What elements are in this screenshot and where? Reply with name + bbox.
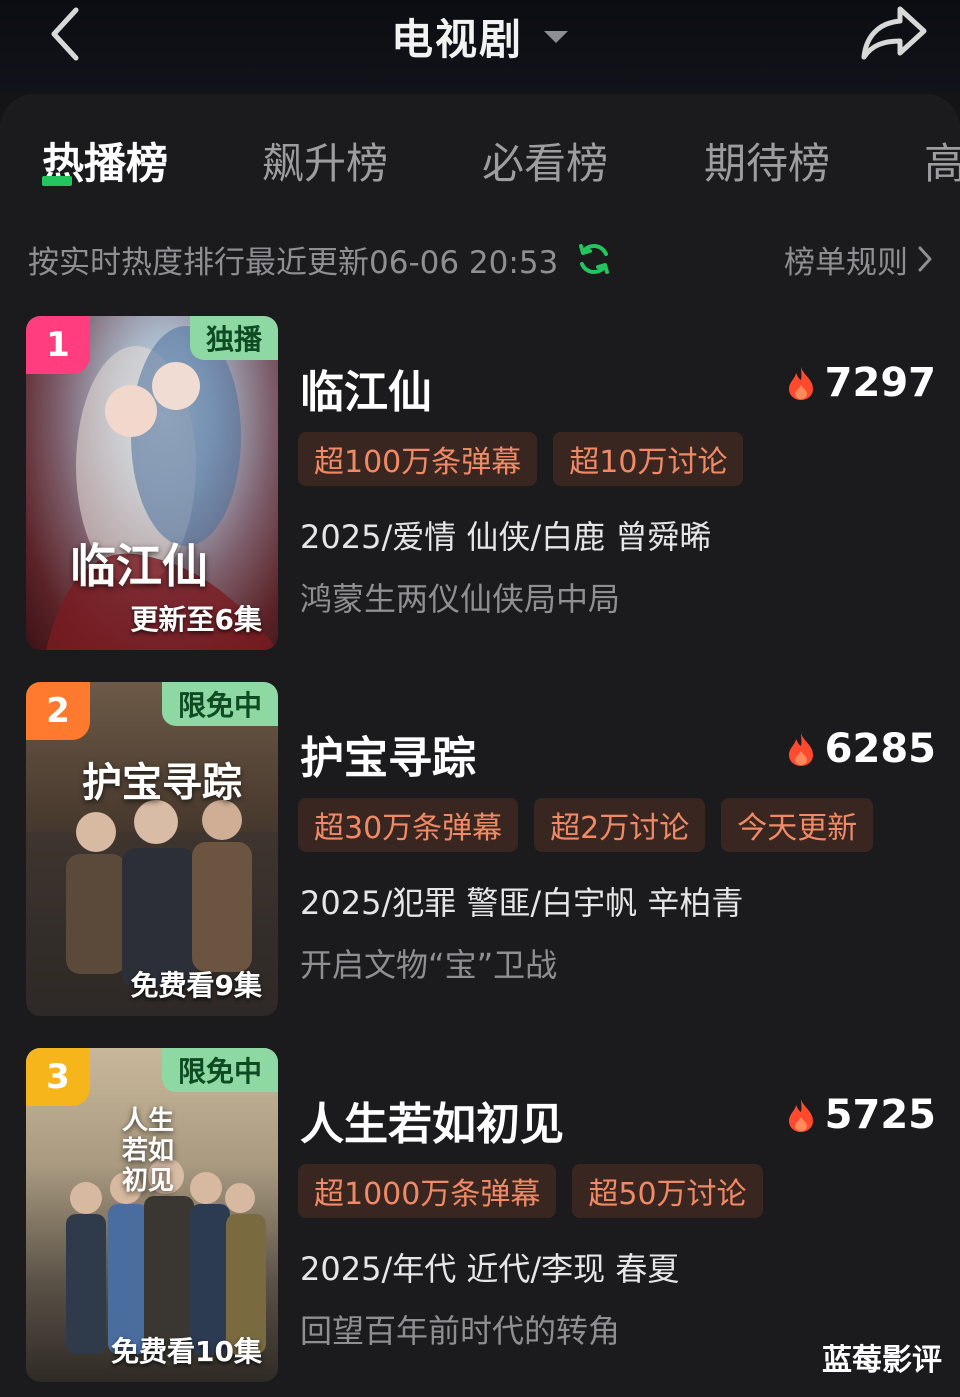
ranking-item[interactable]: 2 限免中 护宝寻踪 免费看9集 护宝寻踪 6285 超30万条弹幕 超2万讨论… xyxy=(26,682,936,1016)
show-title[interactable]: 临江仙 xyxy=(300,356,432,420)
heat-score: 6285 xyxy=(787,726,936,772)
show-title[interactable]: 人生若如初见 xyxy=(300,1088,564,1152)
poster-title-art: 护宝寻踪 xyxy=(82,759,242,806)
caret-down-icon xyxy=(544,30,568,43)
poster-caption: 免费看9集 xyxy=(130,969,262,1002)
flame-icon xyxy=(788,367,813,400)
poster-title-art: 人生若如初见 xyxy=(122,1106,175,1196)
exclusive-badge: 独播 xyxy=(189,316,278,360)
title-dropdown[interactable]: 电视剧 xyxy=(0,6,960,67)
heat-value: 5725 xyxy=(824,1092,936,1138)
stat-tags: 超1000万条弹幕 超50万讨论 xyxy=(298,1164,763,1218)
rank-badge: 1 xyxy=(26,316,90,374)
heat-score: 7297 xyxy=(787,360,936,406)
free-badge: 限免中 xyxy=(161,682,278,726)
poster-caption: 更新至6集 xyxy=(130,603,262,636)
show-meta: 2025/年代 近代/李现 春夏 xyxy=(300,1250,680,1288)
rank-badge: 2 xyxy=(26,682,90,740)
chevron-right-icon xyxy=(918,246,932,272)
discussion-tag: 超10万讨论 xyxy=(553,432,744,486)
stat-tags: 超30万条弹幕 超2万讨论 今天更新 xyxy=(298,798,874,852)
poster-image[interactable]: 2 限免中 护宝寻踪 免费看9集 xyxy=(26,682,278,1016)
free-badge: 限免中 xyxy=(161,1048,278,1092)
poster-image[interactable]: 3 限免中 人生若如初见 免费看10集 xyxy=(26,1048,278,1382)
share-icon xyxy=(861,6,927,60)
refresh-icon[interactable] xyxy=(576,241,612,277)
rank-badge: 3 xyxy=(26,1048,90,1106)
show-description: 开启文物“宝”卫战 xyxy=(300,946,558,984)
danmaku-tag: 超30万条弹幕 xyxy=(298,798,519,852)
flame-icon xyxy=(788,733,813,766)
update-bar: 按实时热度排行最近更新06-06 20:53 榜单规则 xyxy=(28,234,932,284)
poster-caption: 免费看10集 xyxy=(111,1335,262,1368)
rules-link[interactable]: 榜单规则 xyxy=(784,234,932,284)
flame-icon xyxy=(788,1099,813,1132)
update-time-text: 按实时热度排行最近更新06-06 20:53 xyxy=(28,244,559,281)
danmaku-tag: 超100万条弹幕 xyxy=(298,432,538,486)
tab-must-watch[interactable]: 必看榜 xyxy=(482,130,608,191)
page-title: 电视剧 xyxy=(390,15,523,64)
top-bar: 电视剧 xyxy=(0,0,960,92)
discussion-tag: 超50万讨论 xyxy=(572,1164,763,1218)
poster-image[interactable]: 1 独播 临江仙 更新至6集 xyxy=(26,316,278,650)
active-tab-indicator xyxy=(42,176,72,186)
show-meta: 2025/犯罪 警匪/白宇帆 辛柏青 xyxy=(300,884,744,922)
discussion-tag: 超2万讨论 xyxy=(534,798,706,852)
heat-score: 5725 xyxy=(787,1092,936,1138)
heat-value: 6285 xyxy=(824,726,936,772)
danmaku-tag: 超1000万条弹幕 xyxy=(298,1164,557,1218)
share-button[interactable] xyxy=(858,0,930,64)
tab-more[interactable]: 高 xyxy=(924,130,960,191)
show-description: 鸿蒙生两仪仙侠局中局 xyxy=(300,580,621,618)
watermark: 蓝莓影评 xyxy=(822,1343,942,1378)
show-meta: 2025/爱情 仙侠/白鹿 曾舜晞 xyxy=(300,518,712,556)
tab-rising[interactable]: 飙升榜 xyxy=(262,130,388,191)
poster-title-art: 临江仙 xyxy=(70,539,208,593)
ranking-item[interactable]: 1 独播 临江仙 更新至6集 临江仙 7297 超100万条弹幕 超10万讨论 … xyxy=(26,316,936,650)
stat-tags: 超100万条弹幕 超10万讨论 xyxy=(298,432,744,486)
heat-value: 7297 xyxy=(824,360,936,406)
show-description: 回望百年前时代的转角 xyxy=(300,1312,621,1350)
updated-today-tag: 今天更新 xyxy=(721,798,874,852)
ranking-item[interactable]: 3 限免中 人生若如初见 免费看10集 人生若如初见 5725 超1000万条弹… xyxy=(26,1048,936,1382)
show-title[interactable]: 护宝寻踪 xyxy=(300,722,476,786)
ranking-tabs: 热播榜 飙升榜 必看榜 期待榜 高 xyxy=(0,130,960,200)
rules-label: 榜单规则 xyxy=(784,244,908,281)
tab-anticipated[interactable]: 期待榜 xyxy=(704,130,830,191)
